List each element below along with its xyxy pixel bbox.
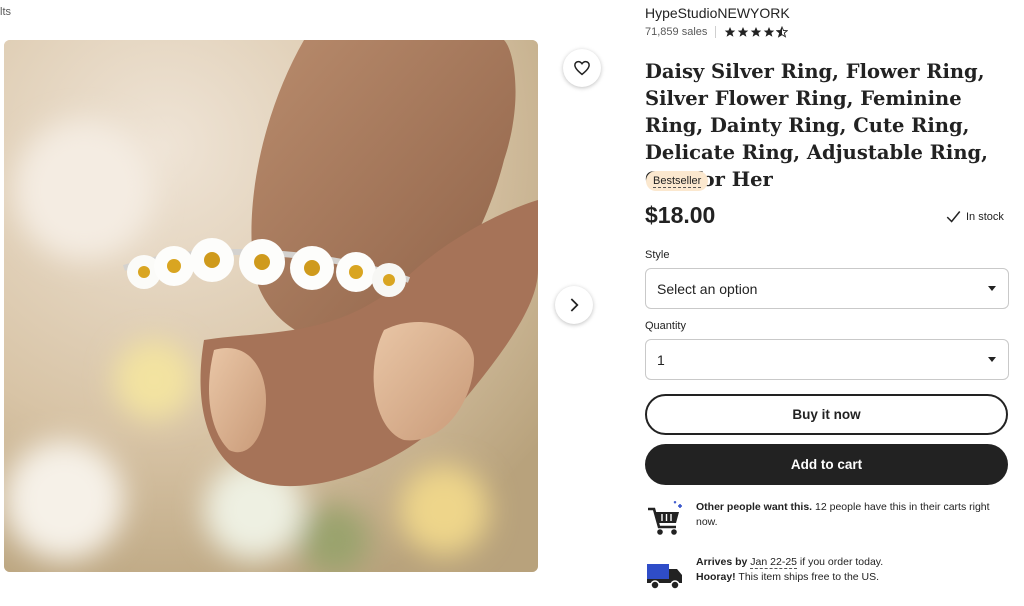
shipping-text: This item ships free to the US.: [735, 571, 880, 583]
product-image[interactable]: [4, 40, 538, 572]
delivery-dates[interactable]: Jan 22-25: [750, 556, 797, 569]
quantity-select-value: 1: [657, 351, 665, 368]
chevron-right-icon: [570, 298, 579, 312]
demand-notice: Other people want this. 12 people have t…: [645, 500, 996, 540]
style-select[interactable]: Select an option: [645, 268, 1009, 309]
shipping-notice: Arrives by Jan 22-25 if you order today.…: [645, 555, 996, 595]
truck-icon: [647, 564, 682, 590]
star-icon: [751, 27, 762, 37]
badge-label: Bestseller: [653, 175, 702, 188]
heart-icon: [574, 60, 590, 76]
caret-down-icon: [988, 357, 996, 362]
shipping-heading: Hooray!: [696, 571, 736, 583]
style-select-value: Select an option: [657, 280, 758, 297]
shop-name-link[interactable]: HypeStudioNEWYORK: [645, 5, 790, 21]
demand-heading: Other people want this.: [696, 501, 813, 513]
quantity-label: Quantity: [645, 320, 686, 332]
cart-icon: [648, 501, 682, 535]
breadcrumb-fragment[interactable]: lts: [0, 6, 11, 18]
stock-label: In stock: [966, 210, 1004, 223]
arrives-text: if you order today.: [797, 556, 884, 568]
favorite-button[interactable]: [563, 49, 601, 87]
add-to-cart-button[interactable]: Add to cart: [645, 444, 1008, 485]
next-image-button[interactable]: [555, 286, 593, 324]
star-icon: [725, 27, 736, 37]
stock-status: In stock: [946, 210, 1004, 223]
style-label: Style: [645, 249, 670, 261]
arrives-heading: Arrives by: [696, 556, 748, 568]
rating-stars[interactable]: [724, 26, 789, 38]
buy-it-now-button[interactable]: Buy it now: [645, 394, 1008, 435]
star-half-icon: [776, 26, 789, 38]
bestseller-badge[interactable]: Bestseller: [646, 171, 709, 191]
sales-count: 71,859 sales: [645, 26, 708, 38]
product-price: $18.00: [645, 202, 716, 228]
shop-sales-rating: 71,859 sales: [645, 26, 789, 38]
star-icon: [764, 27, 775, 37]
divider: [715, 26, 717, 38]
star-icon: [738, 27, 749, 37]
quantity-select[interactable]: 1: [645, 339, 1009, 380]
caret-down-icon: [988, 286, 996, 291]
checkmark-icon: [946, 211, 961, 223]
